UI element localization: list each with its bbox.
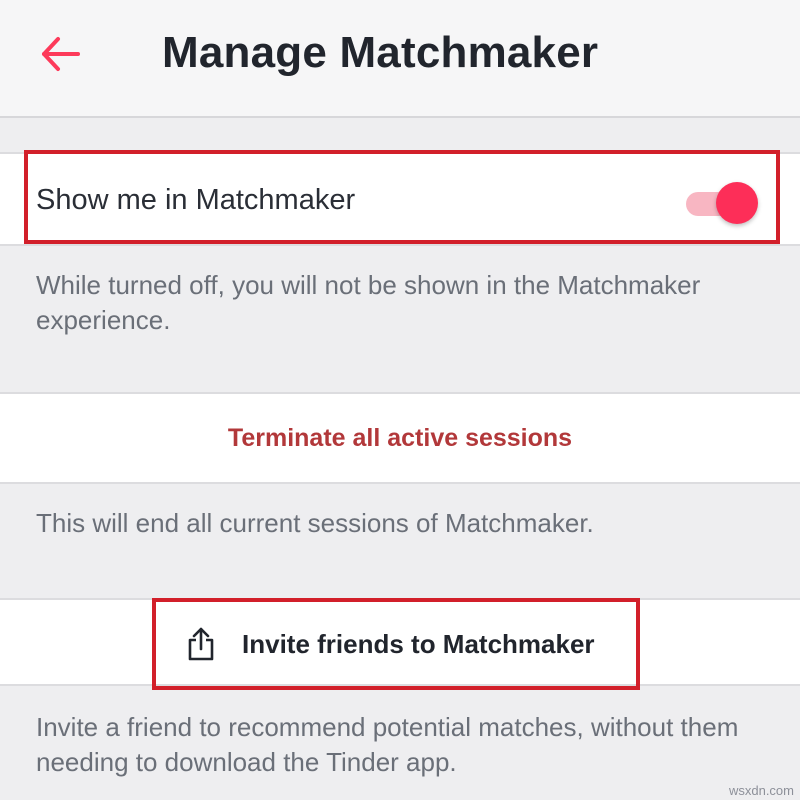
toggle-description: While turned off, you will not be shown … — [36, 270, 701, 335]
terminate-row: Terminate all active sessions — [0, 392, 800, 484]
show-in-matchmaker-label: Show me in Matchmaker — [36, 184, 356, 216]
invite-row: Invite friends to Matchmaker — [0, 598, 800, 686]
manage-matchmaker-screen: Manage Matchmaker Show me in Matchmaker … — [0, 0, 800, 800]
invite-friends-label: Invite friends to Matchmaker — [242, 628, 595, 659]
arrow-left-icon — [42, 37, 80, 71]
show-in-matchmaker-toggle[interactable] — [686, 182, 758, 224]
back-button[interactable] — [36, 30, 84, 78]
share-icon — [188, 627, 214, 661]
watermark: wsxdn.com — [728, 783, 794, 798]
terminate-sessions-button[interactable]: Terminate all active sessions — [0, 394, 800, 482]
header-bar: Manage Matchmaker — [0, 0, 800, 118]
toggle-knob — [716, 182, 758, 224]
invite-description: Invite a friend to recommend potential m… — [36, 712, 739, 777]
show-in-matchmaker-row[interactable]: Show me in Matchmaker — [0, 152, 800, 246]
page-title: Manage Matchmaker — [162, 28, 599, 77]
invite-friends-button[interactable]: Invite friends to Matchmaker — [186, 622, 595, 666]
terminate-description: This will end all current sessions of Ma… — [36, 508, 594, 538]
